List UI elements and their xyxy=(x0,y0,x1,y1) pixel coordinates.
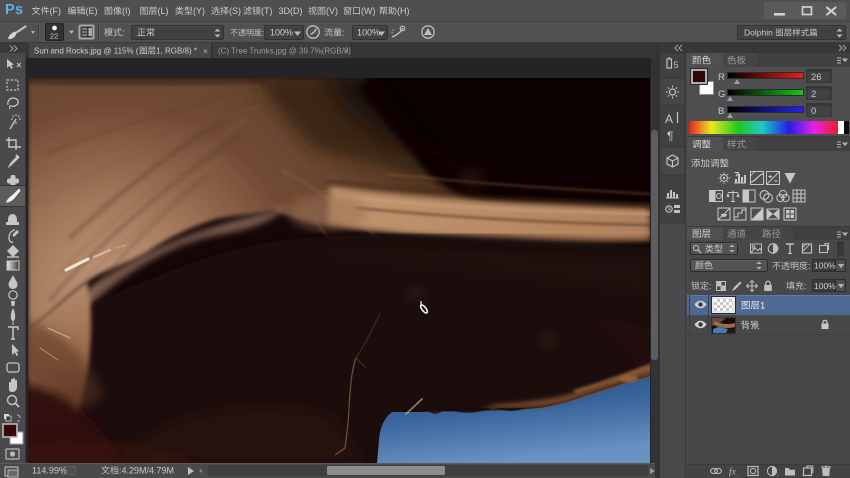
svg-text:5: 5 xyxy=(674,60,679,70)
svg-text:fx: fx xyxy=(729,467,737,478)
svg-text:22: 22 xyxy=(50,32,58,41)
svg-text:¶: ¶ xyxy=(667,129,673,143)
svg-text:A: A xyxy=(665,112,673,126)
svg-text:.: . xyxy=(737,471,739,478)
svg-text:.: . xyxy=(777,471,779,478)
